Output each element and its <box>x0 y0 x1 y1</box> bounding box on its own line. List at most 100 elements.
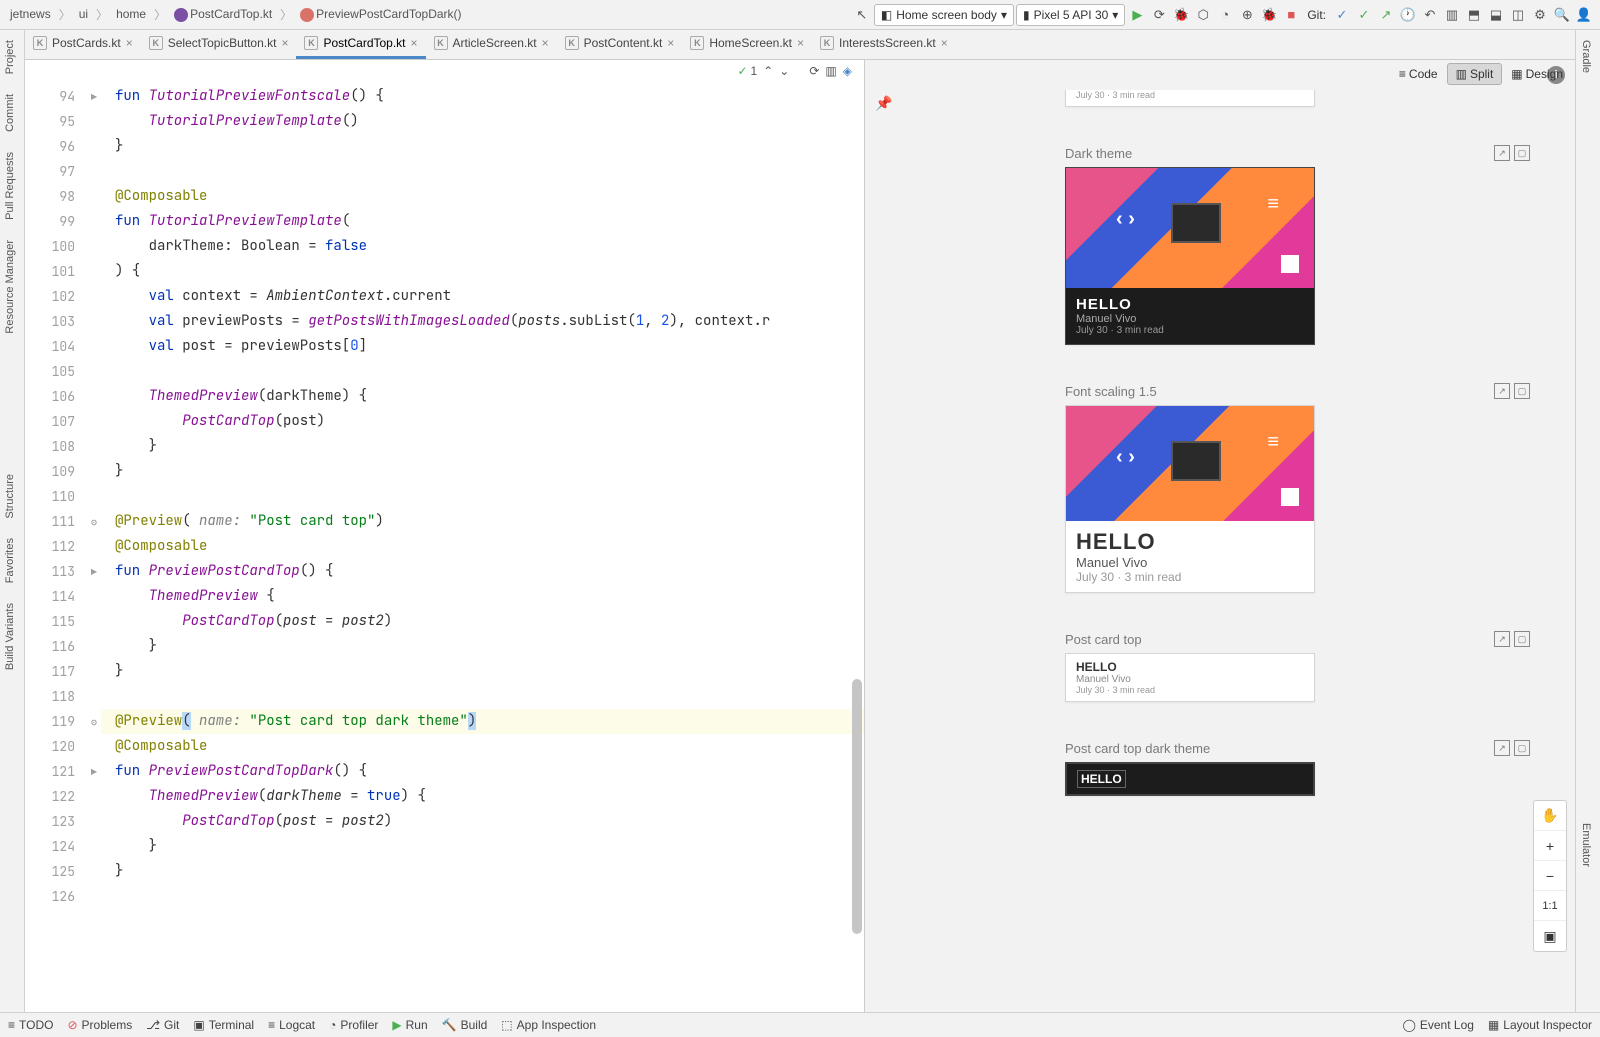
resource-manager-icon[interactable]: ⬓ <box>1486 5 1506 25</box>
zoom-out-icon[interactable]: − <box>1534 861 1566 891</box>
search-icon[interactable]: 🔍 <box>1552 5 1572 25</box>
file-tab[interactable]: KInterestsScreen.kt× <box>812 30 956 59</box>
layers-icon[interactable]: ◈ <box>843 64 852 78</box>
view-code-tab[interactable]: ≡Code <box>1390 63 1447 85</box>
deploy-preview-icon[interactable]: ↗ <box>1494 631 1510 647</box>
layout-icon[interactable]: ▥ <box>825 64 836 78</box>
apply-changes-icon[interactable]: ⟳ <box>1149 5 1169 25</box>
breadcrumb-item[interactable]: home <box>112 5 150 23</box>
coverage-icon[interactable]: ⬡ <box>1193 5 1213 25</box>
breadcrumb[interactable]: jetnews〉 ui〉 home〉 PostCardTop.kt〉 Previ… <box>6 5 466 24</box>
sdk-manager-icon[interactable]: ⬒ <box>1464 5 1484 25</box>
terminal-icon: ▣ <box>193 1018 204 1032</box>
sync-icon[interactable]: ◫ <box>1508 5 1528 25</box>
attach-debugger-icon[interactable]: ⊕ <box>1237 5 1257 25</box>
sidebar-build-variants[interactable]: Build Variants <box>0 593 20 680</box>
bottom-git[interactable]: ⎇Git <box>146 1018 179 1032</box>
profile-icon[interactable]: ◔ <box>1215 5 1235 25</box>
deploy-preview-icon[interactable]: ↗ <box>1494 740 1510 756</box>
chevron-up-icon[interactable]: ⌃ <box>763 64 773 78</box>
phone-icon: ▮ <box>1023 8 1030 22</box>
stop-icon[interactable]: ■ <box>1281 5 1301 25</box>
bottom-problems[interactable]: ⊘Problems <box>67 1018 132 1032</box>
breadcrumb-item[interactable]: ui <box>75 5 92 23</box>
git-rollback-icon[interactable]: ↶ <box>1420 5 1440 25</box>
sidebar-commit[interactable]: Commit <box>0 84 20 142</box>
preview-card[interactable]: Manuel Vivo July 30 · 3 min read <box>1065 90 1315 107</box>
zoom-fit-icon[interactable]: ▣ <box>1534 921 1566 951</box>
close-icon[interactable]: × <box>797 36 804 50</box>
run-icon[interactable]: ▶ <box>1127 5 1147 25</box>
deploy-preview-icon[interactable]: ↗ <box>1494 145 1510 161</box>
git-update-icon[interactable]: ✓ <box>1332 5 1352 25</box>
bottom-terminal[interactable]: ▣Terminal <box>193 1018 254 1032</box>
bottom-profiler[interactable]: ◔Profiler <box>329 1018 378 1032</box>
preview-card-font-scaled[interactable]: ‹ ›≡ HELLO Manuel Vivo July 30 · 3 min r… <box>1065 405 1315 593</box>
preview-surface[interactable]: Manuel Vivo July 30 · 3 min read Dark th… <box>865 90 1575 1012</box>
bottom-build[interactable]: 🔨Build <box>442 1018 488 1032</box>
file-tab[interactable]: KSelectTopicButton.kt× <box>141 30 297 59</box>
bottom-app-inspection[interactable]: ⬚App Inspection <box>501 1018 596 1032</box>
settings-icon[interactable]: ⚙ <box>1530 5 1550 25</box>
debug-icon[interactable]: 🐞 <box>1171 5 1191 25</box>
deploy-preview-icon[interactable]: ↗ <box>1494 383 1510 399</box>
zoom-reset[interactable]: 1:1 <box>1534 891 1566 921</box>
bottom-logcat[interactable]: ≡Logcat <box>268 1018 315 1032</box>
code-text[interactable]: fun TutorialPreviewFontscale() { Tutoria… <box>101 60 864 1012</box>
breadcrumb-item[interactable]: PreviewPostCardTopDark() <box>296 5 465 24</box>
sidebar-resource-manager[interactable]: Resource Manager <box>0 230 20 344</box>
editor-inspection-widget[interactable]: ✓1 ⌃ ⌄ ⟳ ▥ ◈ <box>737 64 852 78</box>
file-tab[interactable]: KHomeScreen.kt× <box>682 30 812 59</box>
close-icon[interactable]: × <box>281 36 288 50</box>
preview-card-dark[interactable]: ‹ ›≡ HELLO Manuel Vivo July 30 · 3 min r… <box>1065 167 1315 345</box>
preview-card-top[interactable]: HELLO Manuel Vivo July 30 · 3 min read <box>1065 653 1315 702</box>
sidebar-favorites[interactable]: Favorites <box>0 528 20 593</box>
device-target-dropdown[interactable]: ▮ Pixel 5 API 30 ▾ <box>1016 4 1125 26</box>
pan-tool-icon[interactable]: ✋ <box>1534 801 1566 831</box>
bottom-layout-inspector[interactable]: ▦Layout Inspector <box>1488 1018 1592 1032</box>
refresh-icon[interactable]: ⟳ <box>809 64 819 78</box>
preview-card-top-dark[interactable]: HELLO <box>1065 762 1315 796</box>
file-tab[interactable]: KPostCards.kt× <box>25 30 141 59</box>
zoom-in-icon[interactable]: + <box>1534 831 1566 861</box>
sidebar-emulator[interactable]: Emulator <box>1576 813 1596 877</box>
bottom-run[interactable]: ▶Run <box>392 1018 427 1032</box>
file-tab[interactable]: KPostContent.kt× <box>557 30 683 59</box>
close-icon[interactable]: × <box>667 36 674 50</box>
breadcrumb-item[interactable]: jetnews <box>6 5 55 23</box>
account-icon[interactable]: 👤 <box>1574 5 1594 25</box>
file-tab[interactable]: KPostCardTop.kt× <box>296 30 425 59</box>
interactive-preview-icon[interactable]: ▢ <box>1514 740 1530 756</box>
bottom-event-log[interactable]: ◯Event Log <box>1402 1018 1473 1032</box>
more-run-icon[interactable]: 🐞 <box>1259 5 1279 25</box>
git-commit-icon[interactable]: ✓ <box>1354 5 1374 25</box>
git-history-icon[interactable]: 🕐 <box>1398 5 1418 25</box>
line-number-gutter[interactable]: 94▶9596979899100101102103104105106107108… <box>25 60 101 1012</box>
sidebar-gradle[interactable]: Gradle <box>1576 30 1596 83</box>
sidebar-project[interactable]: Project <box>0 30 20 84</box>
git-push-icon[interactable]: ↗ <box>1376 5 1396 25</box>
view-design-tab[interactable]: ▦Design <box>1502 63 1572 85</box>
sidebar-structure[interactable]: Structure <box>0 464 20 529</box>
chevron-down-icon[interactable]: ⌄ <box>779 64 789 78</box>
file-tab[interactable]: KArticleScreen.kt× <box>426 30 557 59</box>
compose-icon: ◧ <box>881 8 892 22</box>
close-icon[interactable]: × <box>126 36 133 50</box>
breadcrumb-item[interactable]: PostCardTop.kt <box>170 5 276 24</box>
interactive-preview-icon[interactable]: ▢ <box>1514 631 1530 647</box>
view-split-tab[interactable]: ▥Split <box>1447 63 1503 85</box>
close-icon[interactable]: × <box>941 36 948 50</box>
close-icon[interactable]: × <box>542 36 549 50</box>
sidebar-pull-requests[interactable]: Pull Requests <box>0 142 20 230</box>
bottom-todo[interactable]: ≡TODO <box>8 1018 53 1032</box>
nav-back-icon[interactable]: ↖ <box>852 5 872 25</box>
close-icon[interactable]: × <box>411 36 418 50</box>
editor-scrollbar[interactable] <box>850 95 864 1007</box>
avd-manager-icon[interactable]: ▥ <box>1442 5 1462 25</box>
interactive-preview-icon[interactable]: ▢ <box>1514 383 1530 399</box>
code-editor[interactable]: ✓1 ⌃ ⌄ ⟳ ▥ ◈ 94▶959697989910010110210310… <box>25 60 865 1012</box>
kotlin-file-icon: K <box>434 36 448 50</box>
interactive-preview-icon[interactable]: ▢ <box>1514 145 1530 161</box>
run-config-dropdown[interactable]: ◧ Home screen body ▾ <box>874 4 1014 26</box>
right-tool-sidebar: Gradle Emulator <box>1575 30 1600 1012</box>
